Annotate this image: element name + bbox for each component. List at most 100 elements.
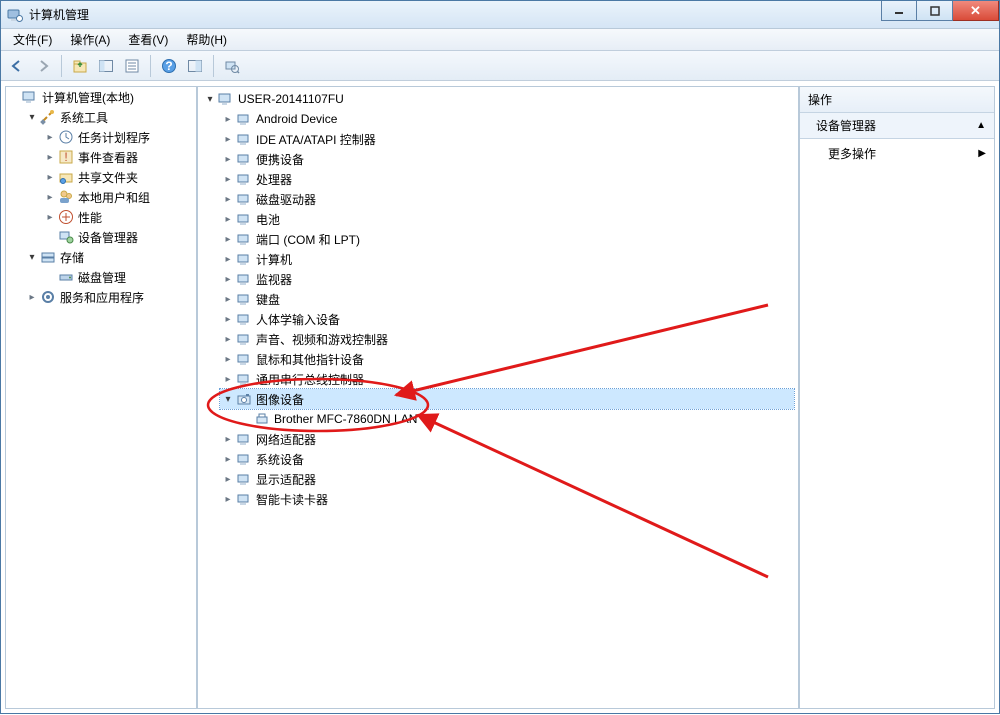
tree-label: 系统工具 xyxy=(60,109,108,126)
minimize-button[interactable] xyxy=(881,1,917,21)
tree-label: 智能卡读卡器 xyxy=(256,491,328,508)
device-category-imaging[interactable]: 图像设备 xyxy=(220,389,794,409)
tree-root-computer[interactable]: USER-20141107FU xyxy=(202,89,794,109)
close-button[interactable]: ✕ xyxy=(953,1,999,21)
chevron-right-icon[interactable] xyxy=(26,291,38,303)
device-icon xyxy=(236,291,252,307)
tree-system-tools[interactable]: 系统工具 xyxy=(24,107,196,127)
device-icon xyxy=(236,131,252,147)
device-category[interactable]: 网络适配器 xyxy=(220,429,794,449)
help-button[interactable]: ? xyxy=(157,54,181,78)
chevron-down-icon[interactable] xyxy=(222,393,234,405)
chevron-right-icon[interactable] xyxy=(44,211,56,223)
menu-view[interactable]: 查看(V) xyxy=(120,28,176,51)
chevron-right-icon[interactable] xyxy=(222,153,234,165)
tree-performance[interactable]: 性能 xyxy=(42,207,196,227)
chevron-right-icon[interactable] xyxy=(222,313,234,325)
device-item-brother[interactable]: Brother MFC-7860DN LAN xyxy=(238,409,794,429)
device-category[interactable]: 监视器 xyxy=(220,269,794,289)
menu-action[interactable]: 操作(A) xyxy=(62,28,118,51)
tree-device-manager[interactable]: 设备管理器 xyxy=(42,227,196,247)
tree-event-viewer[interactable]: !事件查看器 xyxy=(42,147,196,167)
device-category[interactable]: 显示适配器 xyxy=(220,469,794,489)
users-icon xyxy=(58,189,74,205)
actions-context[interactable]: 设备管理器 ▲ xyxy=(800,113,994,139)
device-category[interactable]: 人体学输入设备 xyxy=(220,309,794,329)
tree-disk-mgmt[interactable]: 磁盘管理 xyxy=(42,267,196,287)
chevron-right-icon[interactable] xyxy=(222,353,234,365)
device-icon xyxy=(236,371,252,387)
tree-shared-folders[interactable]: 共享文件夹 xyxy=(42,167,196,187)
console-tree-pane[interactable]: 计算机管理(本地) 系统工具 任务计划程序 !事件查看器 xyxy=(5,86,197,709)
chevron-down-icon[interactable] xyxy=(26,251,38,263)
chevron-right-icon[interactable] xyxy=(222,233,234,245)
device-category[interactable]: 鼠标和其他指针设备 xyxy=(220,349,794,369)
show-hide-tree-button[interactable] xyxy=(94,54,118,78)
chevron-right-icon[interactable] xyxy=(222,433,234,445)
device-tree-pane[interactable]: USER-20141107FU Android Device IDE ATA/AT… xyxy=(197,86,799,709)
tree-local-users[interactable]: 本地用户和组 xyxy=(42,187,196,207)
device-category[interactable]: 通用串行总线控制器 xyxy=(220,369,794,389)
chevron-right-icon[interactable] xyxy=(222,333,234,345)
chevron-right-icon[interactable] xyxy=(222,293,234,305)
chevron-right-icon[interactable] xyxy=(44,131,56,143)
menu-help[interactable]: 帮助(H) xyxy=(178,28,235,51)
device-category[interactable]: 便携设备 xyxy=(220,149,794,169)
toolbar: ? xyxy=(1,51,999,81)
device-category[interactable]: IDE ATA/ATAPI 控制器 xyxy=(220,129,794,149)
device-category[interactable]: 智能卡读卡器 xyxy=(220,489,794,509)
tree-label: 电池 xyxy=(256,211,280,228)
collapse-icon[interactable]: ▲ xyxy=(976,120,986,131)
device-category[interactable]: 电池 xyxy=(220,209,794,229)
menu-file[interactable]: 文件(F) xyxy=(5,28,60,51)
device-category[interactable]: Android Device xyxy=(220,109,794,129)
svg-text:!: ! xyxy=(64,150,67,164)
refresh-button[interactable] xyxy=(183,54,207,78)
tree-label: 存储 xyxy=(60,249,84,266)
device-category[interactable]: 计算机 xyxy=(220,249,794,269)
tree-label: Android Device xyxy=(256,112,337,126)
chevron-down-icon[interactable] xyxy=(204,93,216,105)
chevron-right-icon[interactable] xyxy=(222,493,234,505)
properties-button[interactable] xyxy=(120,54,144,78)
chevron-right-icon[interactable] xyxy=(222,133,234,145)
tree-services[interactable]: 服务和应用程序 xyxy=(24,287,196,307)
nav-back-button[interactable] xyxy=(5,54,29,78)
chevron-right-icon[interactable] xyxy=(222,453,234,465)
device-icon xyxy=(236,331,252,347)
tree-label: Brother MFC-7860DN LAN xyxy=(274,412,417,426)
chevron-right-icon[interactable] xyxy=(222,473,234,485)
nav-forward-button[interactable] xyxy=(31,54,55,78)
tree-label: 声音、视频和游戏控制器 xyxy=(256,331,388,348)
chevron-right-icon[interactable] xyxy=(222,253,234,265)
device-category[interactable]: 磁盘驱动器 xyxy=(220,189,794,209)
tree-label: 图像设备 xyxy=(256,391,304,408)
device-category[interactable]: 键盘 xyxy=(220,289,794,309)
chevron-right-icon[interactable] xyxy=(44,171,56,183)
up-button[interactable] xyxy=(68,54,92,78)
tree-storage[interactable]: 存储 xyxy=(24,247,196,267)
clock-icon xyxy=(58,129,74,145)
tools-icon xyxy=(40,109,56,125)
device-category[interactable]: 声音、视频和游戏控制器 xyxy=(220,329,794,349)
actions-more[interactable]: 更多操作 ▶ xyxy=(800,139,994,168)
tree-label: 任务计划程序 xyxy=(78,129,150,146)
tree-task-scheduler[interactable]: 任务计划程序 xyxy=(42,127,196,147)
maximize-button[interactable] xyxy=(917,1,953,21)
menu-bar: 文件(F) 操作(A) 查看(V) 帮助(H) xyxy=(1,29,999,51)
chevron-right-icon[interactable] xyxy=(222,193,234,205)
chevron-right-icon[interactable] xyxy=(222,373,234,385)
scan-hardware-button[interactable] xyxy=(220,54,244,78)
device-category[interactable]: 端口 (COM 和 LPT) xyxy=(220,229,794,249)
chevron-right-icon[interactable] xyxy=(222,213,234,225)
chevron-down-icon[interactable] xyxy=(26,111,38,123)
chevron-right-icon[interactable] xyxy=(44,151,56,163)
chevron-right-icon[interactable] xyxy=(222,173,234,185)
device-category[interactable]: 系统设备 xyxy=(220,449,794,469)
share-icon xyxy=(58,169,74,185)
chevron-right-icon[interactable] xyxy=(222,273,234,285)
device-category[interactable]: 处理器 xyxy=(220,169,794,189)
tree-root-local[interactable]: 计算机管理(本地) xyxy=(6,87,196,107)
chevron-right-icon[interactable] xyxy=(222,113,234,125)
chevron-right-icon[interactable] xyxy=(44,191,56,203)
